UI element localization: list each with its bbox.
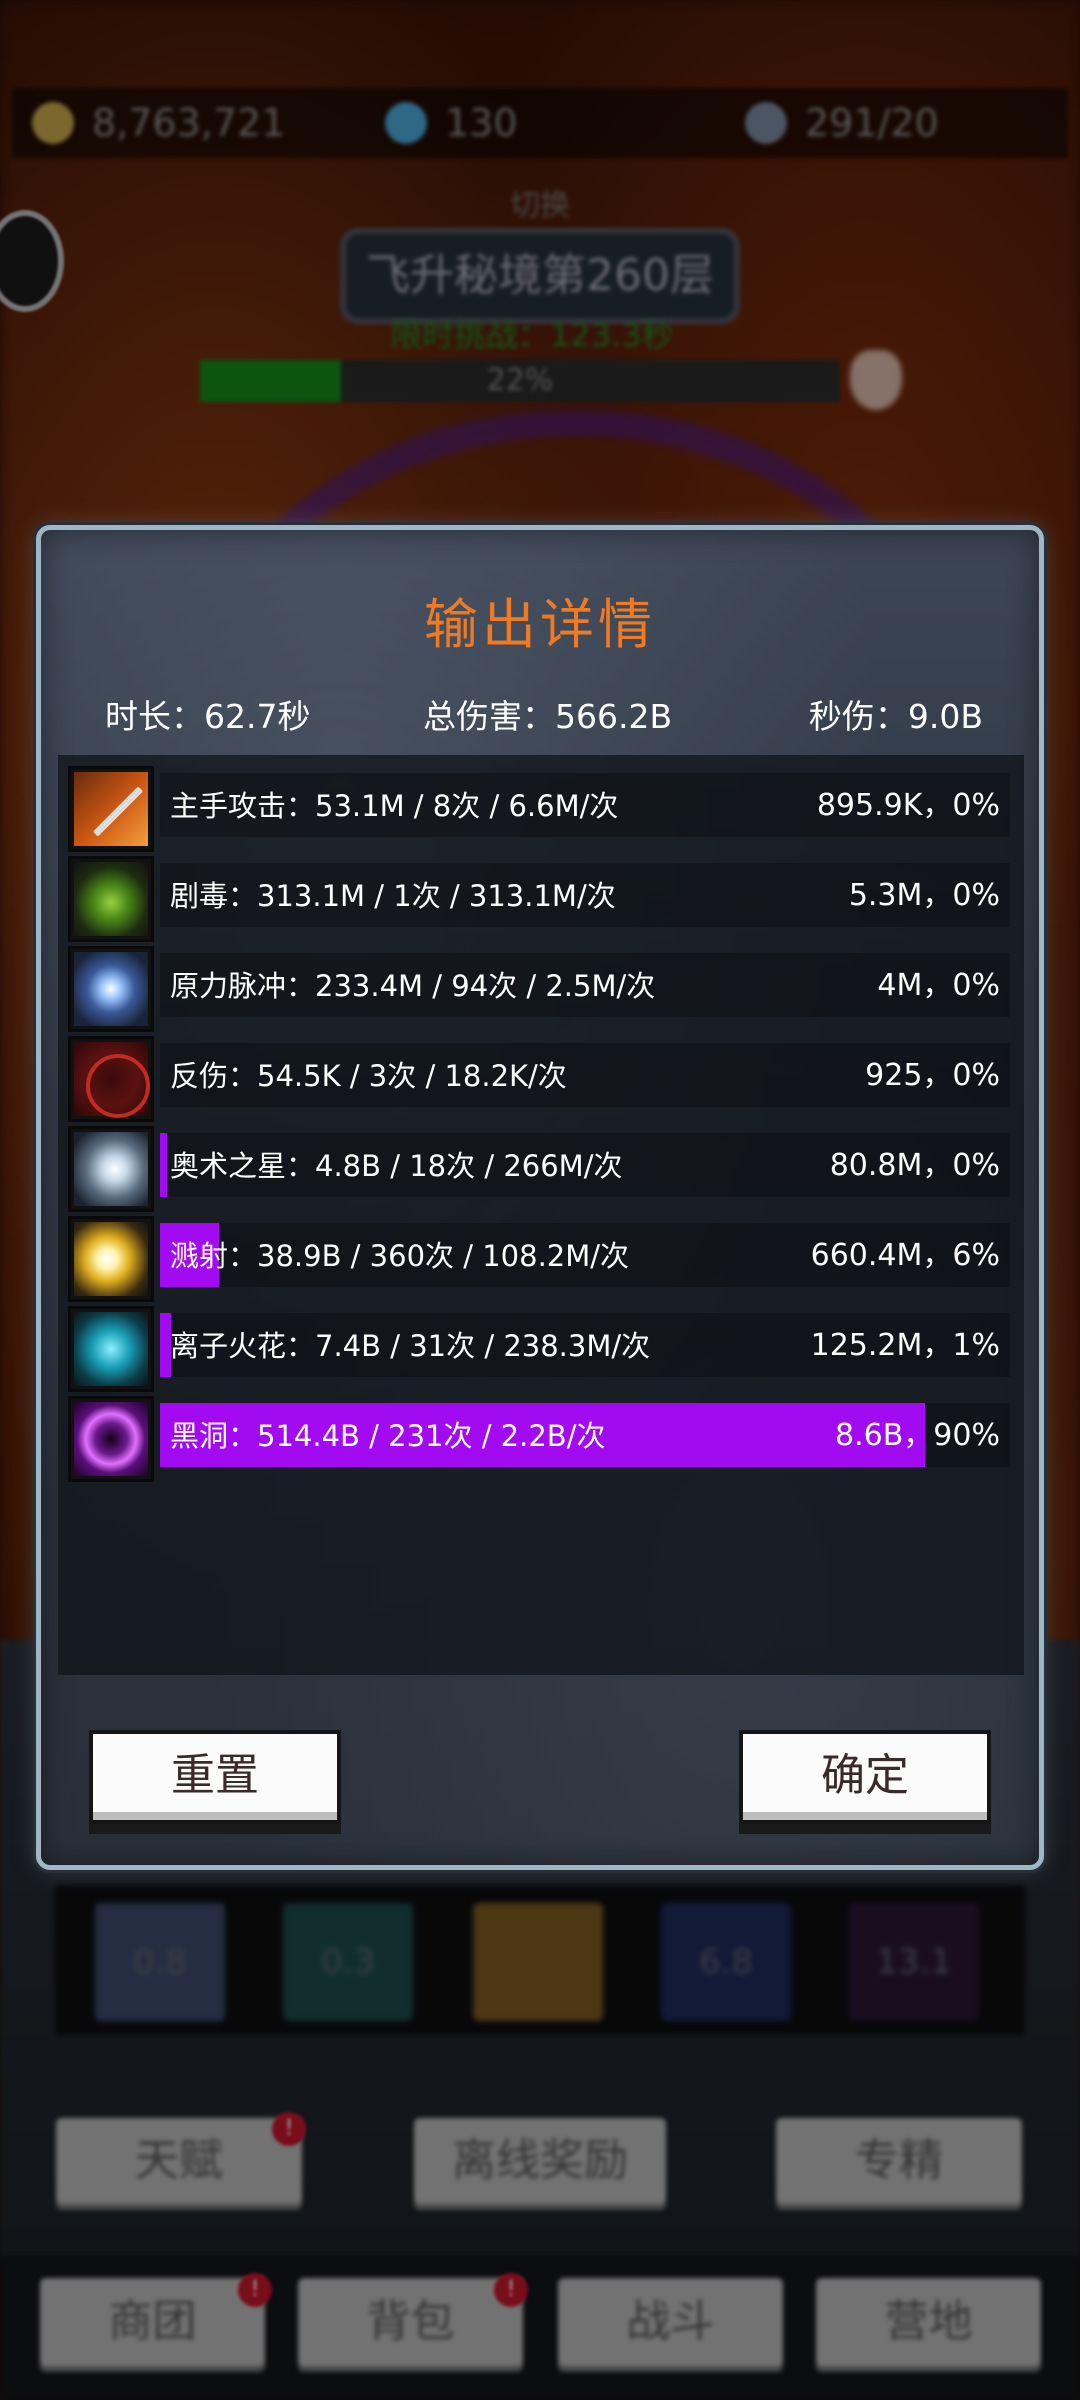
damage-row: 原力脉冲：233.4M / 94次 / 2.5M/次 4M，0% [68, 946, 1018, 1032]
damage-row: 奥术之星：4.8B / 18次 / 266M/次 80.8M，0% [68, 1126, 1018, 1212]
damage-row-label: 原力脉冲：233.4M / 94次 / 2.5M/次 [170, 969, 656, 1003]
damage-row-dps: 125.2M，1% [810, 1328, 1000, 1363]
damage-row-label: 黑洞：514.4B / 231次 / 2.2B/次 [170, 1419, 606, 1453]
dialog-title: 输出详情 [424, 593, 656, 656]
damage-list: 主手攻击：53.1M / 8次 / 6.6M/次 895.9K，0% 剧毒：313.… [58, 755, 1024, 1675]
damage-row-label: 溅射：38.9B / 360次 / 108.2M/次 [170, 1239, 630, 1273]
damage-row: 反伤：54.5K / 3次 / 18.2K/次 925，0% [68, 1036, 1018, 1122]
skill-icon-frame [68, 856, 154, 942]
sword-icon [74, 772, 148, 846]
confirm-button[interactable]: 确定 [739, 1730, 991, 1824]
skill-icon-frame [68, 766, 154, 852]
damage-details-dialog: 输出详情 时长：62.7秒 总伤害：566.2B 秒伤：9.0B 主手攻击：53… [36, 525, 1044, 1870]
thorns-icon [74, 1042, 150, 1118]
total-damage-stat: 总伤害：566.2B [423, 697, 673, 736]
skill-icon-frame [68, 1396, 154, 1482]
damage-row: 主手攻击：53.1M / 8次 / 6.6M/次 895.9K，0% [68, 766, 1018, 852]
damage-row: 剧毒：313.1M / 1次 / 313.1M/次 5.3M，0% [68, 856, 1018, 942]
damage-row: 溅射：38.9B / 360次 / 108.2M/次 660.4M，6% [68, 1216, 1018, 1302]
skill-icon-frame [68, 1306, 154, 1392]
damage-row-dps: 80.8M，0% [829, 1148, 1000, 1183]
damage-share-bar [160, 1133, 167, 1197]
dps-stat: 秒伤：9.0B [808, 697, 983, 736]
skill-icon-frame [68, 1216, 154, 1302]
skill-icon-frame [68, 1126, 154, 1212]
damage-row-label: 离子火花：7.4B / 31次 / 238.3M/次 [170, 1329, 651, 1363]
damage-row-dps: 4M，0% [877, 968, 1000, 1003]
splash-icon [74, 1222, 148, 1296]
damage-row-label: 主手攻击：53.1M / 8次 / 6.6M/次 [170, 789, 619, 823]
arcane-star-icon [74, 1132, 148, 1206]
duration-stat: 时长：62.7秒 [105, 697, 311, 736]
skill-icon-frame [68, 946, 154, 1032]
damage-row-label: 反伤：54.5K / 3次 / 18.2K/次 [170, 1059, 567, 1093]
damage-row: 离子火花：7.4B / 31次 / 238.3M/次 125.2M，1% [68, 1306, 1018, 1392]
damage-row-dps: 660.4M，6% [810, 1238, 1000, 1273]
force-pulse-icon [74, 952, 148, 1026]
damage-row-dps: 895.9K，0% [816, 788, 1000, 823]
damage-row-dps: 925，0% [865, 1058, 1000, 1093]
damage-row: 黑洞：514.4B / 231次 / 2.2B/次 8.6B，90% [68, 1396, 1018, 1482]
ion-spark-icon [74, 1312, 148, 1386]
damage-row-dps: 8.6B，90% [835, 1418, 1000, 1453]
damage-row-label: 剧毒：313.1M / 1次 / 313.1M/次 [170, 879, 616, 913]
damage-row-label: 奥术之星：4.8B / 18次 / 266M/次 [170, 1149, 623, 1183]
damage-row-dps: 5.3M，0% [848, 878, 1000, 913]
reset-button[interactable]: 重置 [89, 1730, 341, 1824]
poison-icon [74, 862, 148, 936]
skill-icon-frame [68, 1036, 154, 1122]
black-hole-icon [74, 1402, 148, 1476]
